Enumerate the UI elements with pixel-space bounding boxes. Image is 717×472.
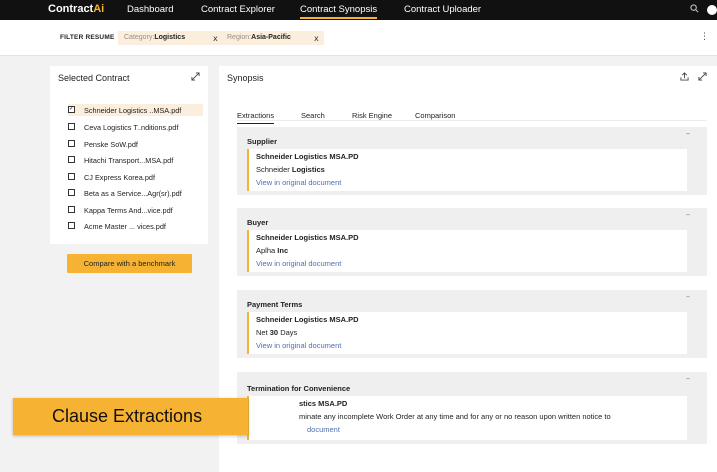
extraction-detail: Schneider Logistics MSA.PD Net 30 Days V… (247, 312, 687, 354)
compare-benchmark-button[interactable]: Compare with a benchmark (67, 254, 192, 273)
extracted-value: Net 30 Days (256, 328, 297, 337)
view-original-link[interactable]: View in original document (256, 178, 341, 187)
remove-region-icon[interactable]: x (314, 34, 319, 43)
chip-key: Region: (227, 34, 252, 41)
value-text: Aplha (256, 246, 278, 255)
card-title: Supplier (247, 137, 278, 146)
card-title: Termination for Convenience (247, 384, 351, 393)
app-logo[interactable]: ContractAi (48, 3, 104, 15)
tab-extractions[interactable]: Extractions (237, 111, 275, 124)
more-menu-icon[interactable]: ⋮ (700, 32, 709, 42)
extraction-card: Payment Terms – Schneider Logistics MSA.… (237, 290, 707, 358)
logo-text: Contract (48, 3, 94, 15)
selected-contract-title: Selected Contract (58, 73, 130, 83)
card-title: Payment Terms (247, 300, 303, 309)
checkbox[interactable] (68, 156, 75, 163)
top-nav: ContractAi Dashboard Contract Explorer C… (0, 0, 717, 20)
tab-comparison[interactable]: Comparison (415, 111, 455, 120)
extraction-detail: stics MSA.PD minate any incomplete Work … (247, 396, 687, 440)
file-name: Penske SoW.pdf (84, 140, 138, 149)
tab-risk-engine[interactable]: Risk Engine (352, 111, 392, 120)
file-item[interactable]: Acme Master ... vices.pdf (68, 220, 203, 232)
extraction-detail: Schneider Logistics MSA.PD Schneider Log… (247, 149, 687, 191)
file-name: Acme Master ... vices.pdf (84, 222, 166, 231)
value-highlight: Inc (277, 246, 289, 255)
minimize-icon[interactable]: – (686, 374, 690, 383)
file-name: Hitachi Transport...MSA.pdf (84, 156, 174, 165)
minimize-icon[interactable]: – (686, 129, 690, 138)
checkbox[interactable] (68, 222, 75, 229)
expand-icon[interactable] (191, 72, 200, 84)
nav-contract-uploader[interactable]: Contract Uploader (404, 4, 481, 15)
file-name: CJ Express Korea.pdf (84, 173, 155, 182)
file-item[interactable]: Penske SoW.pdf (68, 138, 203, 150)
filter-bar: FILTER RESUME Category:Logistics x Regio… (0, 20, 717, 56)
extraction-detail: Schneider Logistics MSA.PD Aplha Inc Vie… (247, 230, 687, 272)
source-document: Schneider Logistics MSA.PD (256, 233, 359, 242)
expand-icon[interactable] (698, 72, 707, 84)
file-name: Schneider Logistics ..MSA.pdf (84, 106, 182, 115)
minimize-icon[interactable]: – (686, 292, 690, 301)
checkbox[interactable] (68, 173, 75, 180)
checkbox[interactable] (68, 140, 75, 147)
file-item[interactable]: Beta as a Service...Agr(sr).pdf (68, 187, 203, 199)
view-original-link[interactable]: View in original document (256, 259, 341, 268)
checkbox-checked[interactable]: ✓ (68, 106, 75, 113)
extracted-value: minate any incomplete Work Order at any … (299, 412, 611, 421)
tab-search[interactable]: Search (301, 111, 325, 120)
chip-value: Asia-Pacific (251, 34, 291, 41)
source-document: Schneider Logistics MSA.PD (256, 315, 359, 324)
file-item[interactable]: Ceva Logistics T..nditions.pdf (68, 121, 203, 133)
extraction-card: Supplier – Schneider Logistics MSA.PD Sc… (237, 127, 707, 195)
logo-accent: Ai (93, 3, 105, 15)
card-title: Buyer (247, 218, 269, 227)
chip-key: Category: (124, 34, 155, 41)
checkbox[interactable] (68, 206, 75, 213)
file-item[interactable]: CJ Express Korea.pdf (68, 171, 203, 183)
file-name: Beta as a Service...Agr(sr).pdf (84, 189, 182, 198)
file-item[interactable]: Kappa Terms And...vice.pdf (68, 204, 203, 216)
value-text: Net (256, 328, 270, 337)
value-highlight: 30 (269, 328, 279, 337)
checkbox[interactable] (68, 123, 75, 130)
source-document: Schneider Logistics MSA.PD (256, 152, 359, 161)
view-original-link[interactable]: View in original document (256, 341, 341, 350)
file-item[interactable]: Hitachi Transport...MSA.pdf (68, 154, 203, 166)
checkbox[interactable] (68, 189, 75, 196)
share-icon[interactable] (680, 72, 689, 84)
extraction-card: Buyer – Schneider Logistics MSA.PD Aplha… (237, 208, 707, 276)
value-highlight: Logistics (291, 165, 325, 174)
view-original-link[interactable]: document (307, 425, 340, 434)
search-icon[interactable] (690, 4, 699, 16)
value-suffix: Days (278, 328, 298, 337)
file-item[interactable]: ✓ Schneider Logistics ..MSA.pdf (68, 104, 203, 116)
tab-divider (237, 120, 707, 121)
nav-dashboard[interactable]: Dashboard (127, 4, 173, 15)
nav-contract-explorer[interactable]: Contract Explorer (201, 4, 275, 15)
extracted-value: Schneider Logistics (256, 165, 325, 174)
synopsis-title: Synopsis (227, 73, 264, 83)
nav-contract-synopsis[interactable]: Contract Synopsis (300, 4, 378, 19)
remove-category-icon[interactable]: x (213, 34, 218, 43)
filter-chip-category[interactable]: Category:Logistics (118, 31, 223, 45)
extraction-card: Termination for Convenience – stics MSA.… (237, 372, 707, 444)
file-name: Ceva Logistics T..nditions.pdf (84, 123, 179, 132)
extracted-value: Aplha Inc (256, 246, 288, 255)
chip-value: Logistics (154, 34, 186, 41)
filter-resume-label: FILTER RESUME (60, 34, 115, 41)
value-text: Schneider (256, 165, 292, 174)
user-dot-icon[interactable] (707, 5, 717, 15)
clause-extractions-banner: Clause Extractions (13, 398, 248, 435)
file-name: Kappa Terms And...vice.pdf (84, 206, 173, 215)
source-document: stics MSA.PD (299, 399, 348, 408)
filter-chip-region[interactable]: Region:Asia-Pacific (221, 31, 324, 45)
minimize-icon[interactable]: – (686, 210, 690, 219)
